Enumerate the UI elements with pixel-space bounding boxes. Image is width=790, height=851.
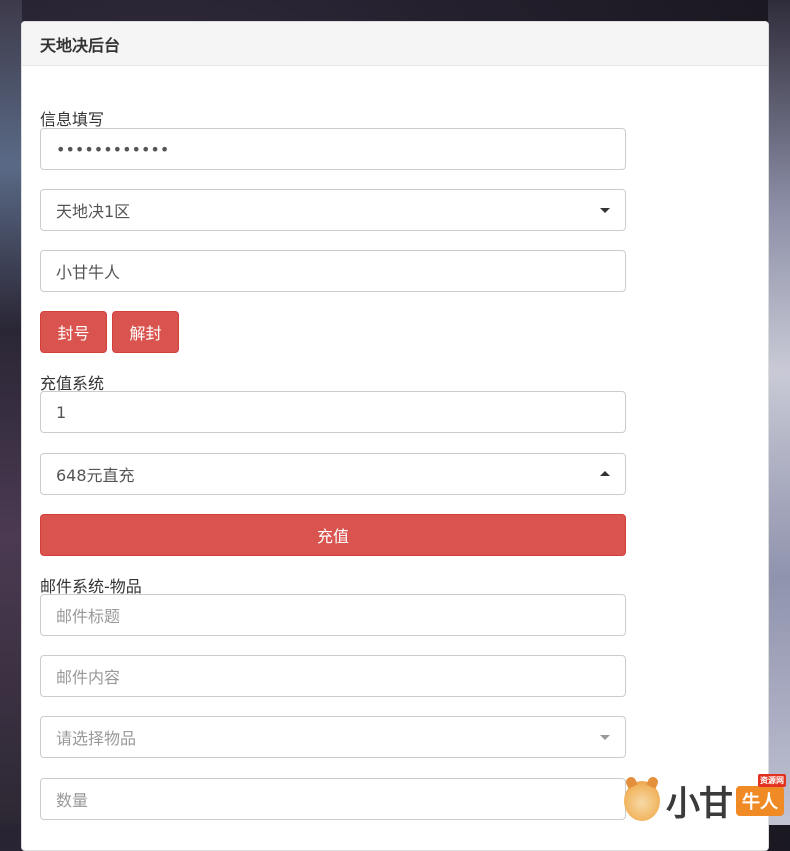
package-select[interactable]: 648元直充: [40, 453, 626, 495]
caret-up-icon: [600, 471, 610, 476]
admin-panel: 天地决后台 信息填写 •••••••••••• 天地决1区 小甘牛人 封号 解封…: [21, 21, 769, 851]
player-name-input[interactable]: 小甘牛人: [40, 250, 626, 292]
caret-down-icon: [600, 208, 610, 213]
ban-button[interactable]: 封号: [40, 311, 107, 353]
background-right: [768, 0, 790, 825]
recharge-amount-value: 1: [56, 402, 67, 422]
recharge-button[interactable]: 充值: [40, 514, 626, 556]
panel-title: 天地决后台: [40, 35, 121, 55]
cow-mascot-icon: [624, 780, 660, 821]
watermark-logo: 小甘 牛人 资源网: [624, 773, 790, 825]
caret-down-icon: [600, 735, 610, 740]
mail-title-placeholder: 邮件标题: [56, 607, 121, 626]
unban-button[interactable]: 解封: [112, 311, 179, 353]
server-select[interactable]: 天地决1区: [40, 189, 626, 231]
item-select-placeholder: 请选择物品: [56, 729, 137, 748]
info-section-label: 信息填写: [40, 110, 105, 129]
background-left: [0, 0, 22, 825]
package-select-value: 648元直充: [56, 466, 135, 485]
item-select[interactable]: 请选择物品: [40, 716, 626, 758]
recharge-amount-input[interactable]: 1: [40, 391, 626, 433]
panel-heading: 天地决后台: [22, 22, 768, 66]
password-value: ••••••••••••: [56, 139, 170, 159]
password-input[interactable]: ••••••••••••: [40, 128, 626, 170]
mail-content-input[interactable]: 邮件内容: [40, 655, 626, 697]
watermark-badge-small: 资源网: [758, 773, 786, 787]
watermark-text: 小甘: [666, 784, 733, 824]
mail-title-input[interactable]: 邮件标题: [40, 594, 626, 636]
server-select-value: 天地决1区: [56, 202, 131, 221]
watermark-badge-text: 牛人: [742, 791, 778, 813]
player-name-value: 小甘牛人: [56, 263, 121, 282]
quantity-placeholder: 数量: [56, 791, 89, 810]
watermark-badge: 牛人 资源网: [736, 773, 786, 816]
mail-content-placeholder: 邮件内容: [56, 668, 121, 687]
quantity-input[interactable]: 数量: [40, 778, 626, 820]
